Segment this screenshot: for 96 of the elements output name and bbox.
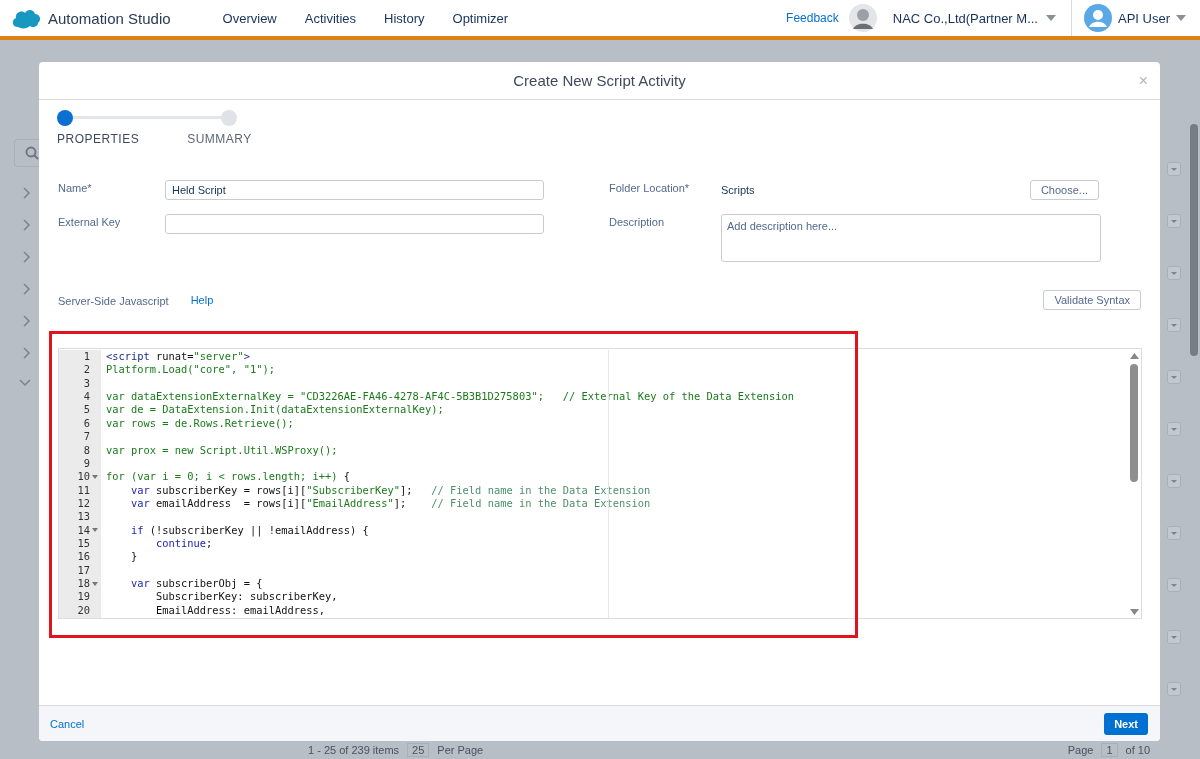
nav-link[interactable]: History bbox=[384, 10, 425, 26]
line-number: 9 bbox=[83, 456, 90, 471]
line-number: 17 bbox=[77, 563, 90, 578]
dropdown-icon bbox=[1167, 422, 1181, 436]
line-number: 16 bbox=[77, 550, 90, 564]
caret-icon bbox=[1046, 15, 1056, 21]
line-number: 8 bbox=[83, 443, 90, 457]
per-page-select[interactable]: 25 bbox=[407, 743, 430, 757]
cloud-logo-icon bbox=[10, 7, 42, 29]
line-number: 15 bbox=[77, 537, 90, 551]
line-number: 4 bbox=[83, 390, 90, 404]
step-label[interactable]: SUMMARY bbox=[187, 132, 252, 146]
user-icon bbox=[1084, 4, 1112, 32]
line-number: 13 bbox=[77, 510, 90, 524]
line-number: 6 bbox=[83, 416, 90, 431]
step-dot[interactable] bbox=[57, 110, 73, 126]
line-number: 7 bbox=[83, 430, 90, 444]
caret-icon bbox=[1176, 15, 1186, 21]
scrollbar[interactable] bbox=[1190, 124, 1198, 356]
code-line: var de = DataExtension.Init(dataExtensionExternalKey); bbox=[106, 403, 444, 416]
name-field[interactable]: Held Script bbox=[165, 180, 544, 200]
chevron-down-icon bbox=[19, 379, 31, 387]
dropdown-icon bbox=[1167, 474, 1181, 488]
code-line: var prox = new Script.Util.WSProxy(); bbox=[106, 443, 338, 456]
dropdown-icon bbox=[1167, 578, 1181, 592]
page-input[interactable]: 1 bbox=[1101, 743, 1118, 757]
feedback-link[interactable]: Feedback bbox=[786, 11, 839, 25]
dropdown-icon bbox=[1167, 162, 1181, 176]
dropdown-icon bbox=[1167, 318, 1181, 332]
line-number: 20 bbox=[77, 603, 90, 618]
dropdown-icon bbox=[1167, 370, 1181, 384]
code-line: if (!subscriberKey || !emailAddress) { bbox=[130, 523, 369, 536]
field-label: Folder Location* bbox=[609, 181, 691, 194]
search-icon bbox=[25, 146, 39, 160]
user-menu[interactable]: API User bbox=[1072, 4, 1200, 32]
external-key-field[interactable] bbox=[165, 214, 544, 234]
item-count: 1 - 25 of 239 items bbox=[308, 744, 400, 756]
chevron-right-icon bbox=[23, 219, 31, 231]
line-number: 14 bbox=[77, 523, 90, 538]
nav-link[interactable]: Optimizer bbox=[452, 10, 509, 26]
line-number: 3 bbox=[83, 376, 90, 391]
line-number: 19 bbox=[77, 590, 90, 604]
code-line: continue; bbox=[155, 537, 213, 550]
nav-link[interactable]: Overview bbox=[222, 10, 277, 26]
scroll-down-icon bbox=[1129, 609, 1139, 615]
scroll-up-icon bbox=[1129, 353, 1139, 359]
code-line: <script runat="server"> bbox=[106, 350, 250, 362]
scrollbar-thumb[interactable] bbox=[1130, 364, 1138, 482]
field-label: Name* bbox=[58, 181, 93, 194]
line-number: 5 bbox=[83, 403, 90, 417]
code-line: var subscriberObj = { bbox=[130, 577, 263, 590]
line-number: 12 bbox=[77, 496, 90, 511]
code-line: var emailAddress = rows[i]["EmailAddress"]; // Field name in the Data Extension bbox=[130, 496, 651, 509]
avatar-icon bbox=[848, 4, 877, 32]
chevron-right-icon bbox=[23, 315, 31, 327]
line-number: 11 bbox=[77, 483, 90, 497]
validate-button[interactable]: Validate Syntax bbox=[1043, 290, 1141, 310]
line-number: 10 bbox=[77, 470, 90, 484]
line-number: 1 bbox=[83, 350, 90, 364]
dropdown-icon bbox=[1167, 266, 1181, 280]
field-label: Server-Side Javascript bbox=[58, 294, 169, 307]
app-title: Automation Studio bbox=[48, 9, 171, 27]
code-line: EmailAddress: emailAddress, bbox=[155, 603, 325, 616]
line-number: 2 bbox=[83, 363, 90, 377]
next-button[interactable]: Next bbox=[1104, 712, 1148, 735]
code-line: Platform.Load("core", "1"); bbox=[106, 363, 275, 376]
dropdown-icon bbox=[1167, 682, 1181, 696]
code-line: for (var i = 0; i < rows.length; i++) { bbox=[106, 470, 350, 483]
code-editor[interactable] bbox=[58, 348, 1142, 619]
page-total: of 10 bbox=[1125, 744, 1150, 756]
chevron-right-icon bbox=[23, 187, 31, 199]
field-label: Description bbox=[609, 215, 666, 228]
nav-link[interactable]: Activities bbox=[304, 10, 357, 26]
code-line: SubscriberKey: subscriberKey, bbox=[155, 590, 338, 603]
field-label: External Key bbox=[58, 215, 122, 228]
dropdown-icon bbox=[1167, 214, 1181, 228]
chevron-right-icon bbox=[23, 347, 31, 359]
folder-value: Scripts bbox=[721, 184, 755, 196]
code-line: } bbox=[130, 550, 138, 563]
description-field[interactable]: Add description here... bbox=[721, 214, 1101, 262]
page-label: Page bbox=[1067, 744, 1094, 756]
chevron-right-icon bbox=[23, 283, 31, 295]
org-switcher[interactable]: NAC Co.,Ltd(Partner M... bbox=[880, 0, 1072, 36]
line-number: 18 bbox=[77, 577, 90, 591]
help-link[interactable]: Help bbox=[190, 294, 214, 306]
code-line: var rows = de.Rows.Retrieve(); bbox=[106, 416, 294, 429]
dialog-title: Create New Script Activity bbox=[513, 72, 686, 89]
dropdown-icon bbox=[1167, 526, 1181, 540]
dropdown-icon bbox=[1167, 630, 1181, 644]
per-page-label: Per Page bbox=[437, 744, 484, 756]
chevron-right-icon bbox=[23, 251, 31, 263]
step-label[interactable]: PROPERTIES bbox=[57, 132, 140, 146]
step-dot[interactable] bbox=[221, 110, 237, 126]
code-line: var subscriberKey = rows[i]["SubscriberKey"]; // Field name in the Data Extension bbox=[130, 483, 651, 496]
cancel-link[interactable]: Cancel bbox=[50, 717, 85, 730]
choose-button[interactable]: Choose... bbox=[1029, 180, 1099, 200]
